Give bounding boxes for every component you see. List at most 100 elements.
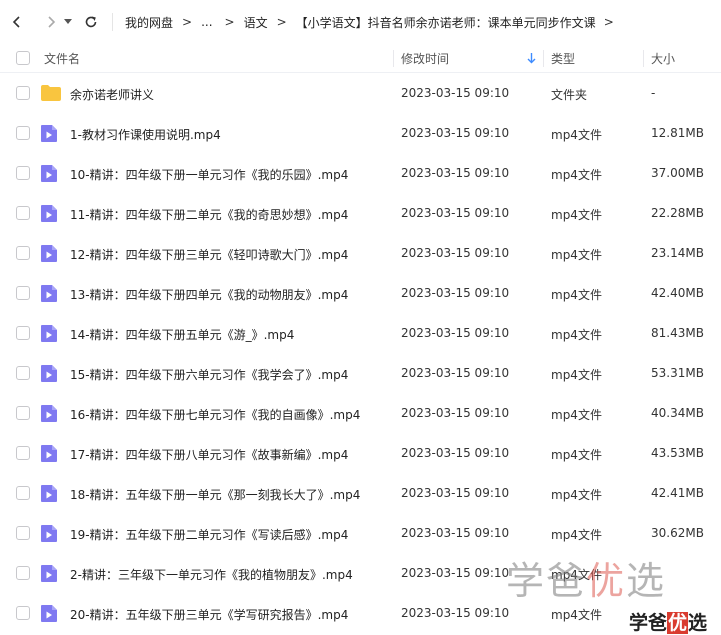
toolbar: 我的网盘 > ... > 语文 > 【小学语文】抖音名师余亦诺老师：课本单元同步… xyxy=(0,0,721,44)
row-checkbox[interactable] xyxy=(16,86,30,100)
file-type: mp4文件 xyxy=(551,208,602,222)
column-divider[interactable] xyxy=(393,50,394,67)
file-row[interactable]: 15-精讲：四年级下册六单元习作《我学会了》.mp4 2023-03-15 09:… xyxy=(0,353,721,393)
column-header-type[interactable]: 类型 xyxy=(551,50,575,67)
row-checkbox[interactable] xyxy=(16,286,30,300)
sort-down-arrow-icon xyxy=(527,53,536,64)
file-row[interactable]: 16-精讲：四年级下册七单元习作《我的自画像》.mp4 2023-03-15 09… xyxy=(0,393,721,433)
file-row[interactable]: 11-精讲：四年级下册二单元《我的奇思妙想》.mp4 2023-03-15 09:… xyxy=(0,193,721,233)
column-header-size[interactable]: 大小 xyxy=(651,50,675,67)
row-checkbox[interactable] xyxy=(16,126,30,140)
file-name[interactable]: 20-精讲：五年级下册三单元《学写研究报告》.mp4 xyxy=(70,606,348,623)
file-row[interactable]: 12-精讲：四年级下册三单元《轻叩诗歌大门》.mp4 2023-03-15 09:… xyxy=(0,233,721,273)
video-file-icon xyxy=(41,605,57,622)
row-checkbox[interactable] xyxy=(16,566,30,580)
modified-time: 2023-03-15 09:10 xyxy=(401,286,510,300)
column-header-time[interactable]: 修改时间 xyxy=(401,50,449,67)
modified-time: 2023-03-15 09:10 xyxy=(401,366,510,380)
breadcrumb-separator: > xyxy=(224,15,235,29)
file-type: mp4文件 xyxy=(551,448,602,462)
row-checkbox[interactable] xyxy=(16,526,30,540)
file-row[interactable]: 20-精讲：五年级下册三单元《学写研究报告》.mp4 2023-03-15 09:… xyxy=(0,593,721,633)
row-checkbox[interactable] xyxy=(16,366,30,380)
forward-button[interactable] xyxy=(40,11,62,33)
file-type: mp4文件 xyxy=(551,528,602,542)
file-size: 81.43MB xyxy=(651,326,704,340)
history-dropdown-button[interactable] xyxy=(62,11,74,33)
back-button[interactable] xyxy=(6,11,28,33)
file-size: 23.14MB xyxy=(651,246,704,260)
file-size: 42.40MB xyxy=(651,286,704,300)
breadcrumb-item-root[interactable]: 我的网盘 xyxy=(125,14,173,31)
modified-time: 2023-03-15 09:10 xyxy=(401,566,510,580)
column-divider[interactable] xyxy=(543,50,544,67)
file-row[interactable]: 17-精讲：四年级下册八单元习作《故事新编》.mp4 2023-03-15 09:… xyxy=(0,433,721,473)
file-row[interactable]: 14-精讲：四年级下册五单元《游_》.mp4 2023-03-15 09:10 mp… xyxy=(0,313,721,353)
file-type: mp4文件 xyxy=(551,408,602,422)
video-file-icon xyxy=(41,365,57,382)
video-file-icon xyxy=(41,325,57,342)
file-list-header: 文件名 修改时间 类型 大小 xyxy=(0,44,721,73)
row-checkbox[interactable] xyxy=(16,206,30,220)
modified-time: 2023-03-15 09:10 xyxy=(401,606,510,620)
file-list: 余亦诺老师讲义 2023-03-15 09:10 文件夹 - 1-教材习作课使用说明.m… xyxy=(0,73,721,633)
file-name[interactable]: 2-精讲：三年级下一单元习作《我的植物朋友》.mp4 xyxy=(70,566,353,583)
file-name[interactable]: 17-精讲：四年级下册八单元习作《故事新编》.mp4 xyxy=(70,446,348,463)
video-file-icon xyxy=(41,405,57,422)
file-name[interactable]: 18-精讲：五年级下册一单元《那一刻我长大了》.mp4 xyxy=(70,486,360,503)
file-row[interactable]: 2-精讲：三年级下一单元习作《我的植物朋友》.mp4 2023-03-15 09:… xyxy=(0,553,721,593)
file-row[interactable]: 10-精讲：四年级下册一单元习作《我的乐园》.mp4 2023-03-15 09:… xyxy=(0,153,721,193)
file-name[interactable]: 11-精讲：四年级下册二单元《我的奇思妙想》.mp4 xyxy=(70,206,348,223)
modified-time: 2023-03-15 09:10 xyxy=(401,326,510,340)
file-name[interactable]: 19-精讲：五年级下册二单元习作《写读后感》.mp4 xyxy=(70,526,348,543)
row-checkbox[interactable] xyxy=(16,446,30,460)
row-checkbox[interactable] xyxy=(16,486,30,500)
file-name[interactable]: 12-精讲：四年级下册三单元《轻叩诗歌大门》.mp4 xyxy=(70,246,348,263)
row-checkbox[interactable] xyxy=(16,246,30,260)
video-file-icon xyxy=(41,245,57,262)
select-all-checkbox[interactable] xyxy=(16,51,30,65)
column-divider[interactable] xyxy=(643,50,644,67)
video-file-icon xyxy=(41,485,57,502)
modified-time: 2023-03-15 09:10 xyxy=(401,246,510,260)
modified-time: 2023-03-15 09:10 xyxy=(401,86,510,100)
refresh-icon xyxy=(85,16,97,28)
modified-time: 2023-03-15 09:10 xyxy=(401,486,510,500)
file-type: mp4文件 xyxy=(551,328,602,342)
file-type: mp4文件 xyxy=(551,248,602,262)
forward-arrow-icon xyxy=(48,16,56,28)
modified-time: 2023-03-15 09:10 xyxy=(401,526,510,540)
refresh-button[interactable] xyxy=(80,11,102,33)
file-size: 43.53MB xyxy=(651,446,704,460)
file-row[interactable]: 余亦诺老师讲义 2023-03-15 09:10 文件夹 - xyxy=(0,73,721,113)
file-size: 40.34MB xyxy=(651,406,704,420)
file-name[interactable]: 13-精讲：四年级下册四单元《我的动物朋友》.mp4 xyxy=(70,286,348,303)
file-name[interactable]: 10-精讲：四年级下册一单元习作《我的乐园》.mp4 xyxy=(70,166,348,183)
file-type: mp4文件 xyxy=(551,288,602,302)
row-checkbox[interactable] xyxy=(16,166,30,180)
file-row[interactable]: 19-精讲：五年级下册二单元习作《写读后感》.mp4 2023-03-15 09:… xyxy=(0,513,721,553)
breadcrumb-item-current[interactable]: 【小学语文】抖音名师余亦诺老师：课本单元同步作文课 xyxy=(296,14,596,31)
modified-time: 2023-03-15 09:10 xyxy=(401,206,510,220)
file-row[interactable]: 18-精讲：五年级下册一单元《那一刻我长大了》.mp4 2023-03-15 09… xyxy=(0,473,721,513)
video-file-icon xyxy=(41,205,57,222)
breadcrumb-separator: > xyxy=(276,15,287,29)
row-checkbox[interactable] xyxy=(16,606,30,620)
breadcrumb-item-ellipsis[interactable]: ... xyxy=(201,15,212,29)
file-row[interactable]: 13-精讲：四年级下册四单元《我的动物朋友》.mp4 2023-03-15 09:… xyxy=(0,273,721,313)
modified-time: 2023-03-15 09:10 xyxy=(401,446,510,460)
modified-time: 2023-03-15 09:10 xyxy=(401,166,510,180)
row-checkbox[interactable] xyxy=(16,406,30,420)
file-name[interactable]: 16-精讲：四年级下册七单元习作《我的自画像》.mp4 xyxy=(70,406,360,423)
file-row[interactable]: 1-教材习作课使用说明.mp4 2023-03-15 09:10 mp4文件 12.8… xyxy=(0,113,721,153)
file-size: 22.28MB xyxy=(651,206,704,220)
file-name[interactable]: 余亦诺老师讲义 xyxy=(70,86,154,103)
column-header-name[interactable]: 文件名 xyxy=(44,50,80,67)
file-name[interactable]: 15-精讲：四年级下册六单元习作《我学会了》.mp4 xyxy=(70,366,348,383)
file-name[interactable]: 14-精讲：四年级下册五单元《游_》.mp4 xyxy=(70,326,294,343)
folder-icon xyxy=(41,85,61,101)
breadcrumb-item-chinese[interactable]: 语文 xyxy=(244,14,268,31)
video-file-icon xyxy=(41,565,57,582)
file-name[interactable]: 1-教材习作课使用说明.mp4 xyxy=(70,126,221,143)
row-checkbox[interactable] xyxy=(16,326,30,340)
